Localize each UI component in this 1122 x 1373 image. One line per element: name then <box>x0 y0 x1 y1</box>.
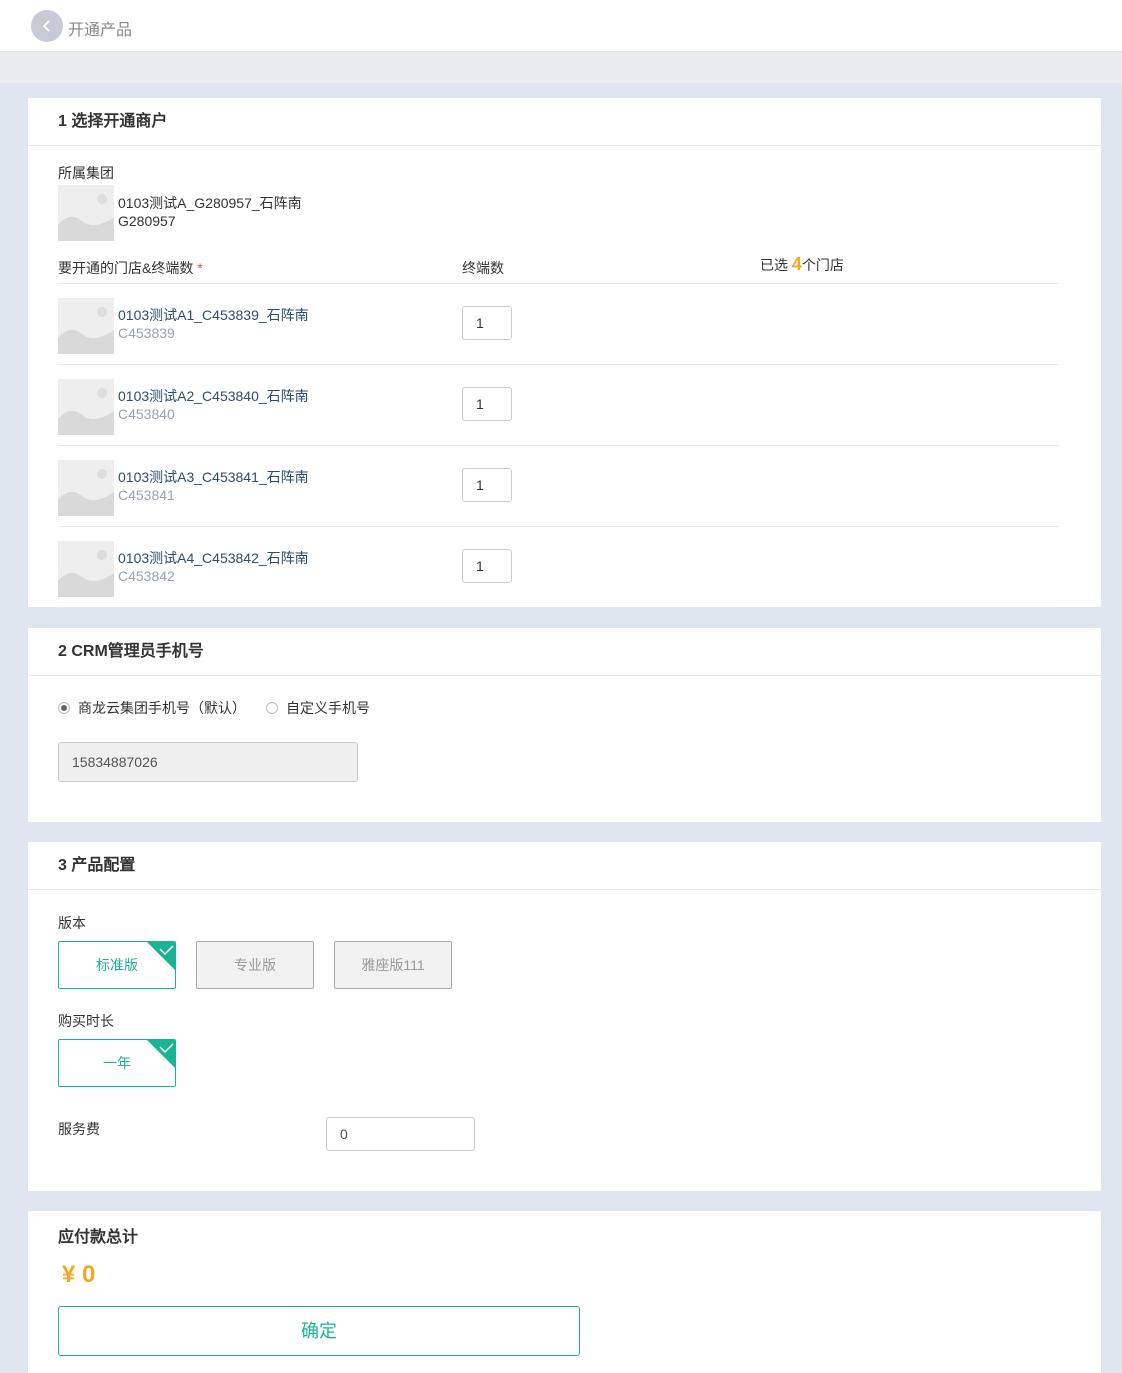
product-config-section: 3 产品配置 版本 标准版 专业版 雅座版111 购买时长 一年 服务费 0 <box>28 842 1101 1191</box>
radio-unselected-icon <box>266 702 278 714</box>
back-button[interactable] <box>31 10 63 42</box>
duration-label: 购买时长 <box>58 1013 114 1029</box>
terminal-count-input[interactable]: 1 <box>462 468 512 502</box>
group-label: 所属集团 <box>58 165 114 181</box>
duration-option-one-year[interactable]: 一年 <box>58 1039 176 1087</box>
edition-option-professional[interactable]: 专业版 <box>196 941 314 989</box>
store-code: C453842 <box>118 568 175 584</box>
section-title: 2 CRM管理员手机号 <box>28 628 1101 676</box>
store-image-placeholder-icon <box>58 541 114 597</box>
edition-option-standard[interactable]: 标准版 <box>58 941 176 989</box>
terminal-count-input[interactable]: 1 <box>462 387 512 421</box>
table-row: 0103测试A4_C453842_石阵南 C453842 1 <box>58 527 1059 608</box>
group-image-placeholder-icon <box>58 185 114 241</box>
total-section: 应付款总计 ¥ 0 确定 <box>28 1211 1101 1373</box>
table-row: 0103测试A1_C453839_石阵南 C453839 1 <box>58 284 1059 365</box>
store-name: 0103测试A4_C453842_石阵南 <box>118 550 309 566</box>
checkmark-corner-icon <box>147 942 175 970</box>
radio-default-phone[interactable]: 商龙云集团手机号（默认） <box>58 698 246 718</box>
terminal-count-input[interactable]: 1 <box>462 549 512 583</box>
page-title: 开通产品 <box>68 22 133 39</box>
total-title: 应付款总计 <box>58 1229 139 1246</box>
phone-radio-group: 商龙云集团手机号（默认） 自定义手机号 <box>58 698 390 718</box>
store-code: C453841 <box>118 487 175 503</box>
service-fee-label: 服务费 <box>58 1121 100 1137</box>
store-image-placeholder-icon <box>58 379 114 435</box>
store-table-header: 要开通的门店&终端数 * 终端数 已选 4个门店 <box>58 254 1059 284</box>
table-row: 0103测试A2_C453840_石阵南 C453840 1 <box>58 365 1059 446</box>
store-image-placeholder-icon <box>58 460 114 516</box>
terminal-count-input[interactable]: 1 <box>462 306 512 340</box>
crm-phone-section: 2 CRM管理员手机号 商龙云集团手机号（默认） 自定义手机号 15834887… <box>28 628 1101 822</box>
table-row: 0103测试A3_C453841_石阵南 C453841 1 <box>58 446 1059 527</box>
chevron-left-icon <box>42 20 50 32</box>
store-name: 0103测试A2_C453840_石阵南 <box>118 388 309 404</box>
confirm-button[interactable]: 确定 <box>58 1306 580 1356</box>
store-column-header: 要开通的门店&终端数 * <box>58 260 203 276</box>
phone-field[interactable]: 15834887026 <box>58 742 358 782</box>
radio-custom-phone[interactable]: 自定义手机号 <box>266 698 370 718</box>
store-code: C453839 <box>118 325 175 341</box>
merchant-section: 1 选择开通商户 所属集团 0103测试A_G280957_石阵南 G28095… <box>28 98 1101 608</box>
section-title: 3 产品配置 <box>28 842 1101 890</box>
store-name: 0103测试A3_C453841_石阵南 <box>118 469 309 485</box>
selected-count-text: 已选 4个门店 <box>760 254 844 274</box>
top-bar: 开通产品 <box>0 0 1122 52</box>
checkmark-corner-icon <box>147 1040 175 1068</box>
store-name: 0103测试A1_C453839_石阵南 <box>118 307 309 323</box>
section-title: 1 选择开通商户 <box>28 98 1101 146</box>
group-code: G280957 <box>118 213 176 229</box>
store-image-placeholder-icon <box>58 298 114 354</box>
radio-selected-icon <box>58 702 70 714</box>
required-mark: * <box>197 260 203 276</box>
terminal-column-header: 终端数 <box>462 260 504 276</box>
total-amount: ¥ 0 <box>62 1261 96 1288</box>
store-code: C453840 <box>118 406 175 422</box>
divider-strip <box>0 52 1122 83</box>
edition-label: 版本 <box>58 915 86 931</box>
service-fee-input[interactable]: 0 <box>326 1117 475 1151</box>
group-name: 0103测试A_G280957_石阵南 <box>118 195 302 211</box>
edition-option-yazuo[interactable]: 雅座版111 <box>334 941 452 989</box>
